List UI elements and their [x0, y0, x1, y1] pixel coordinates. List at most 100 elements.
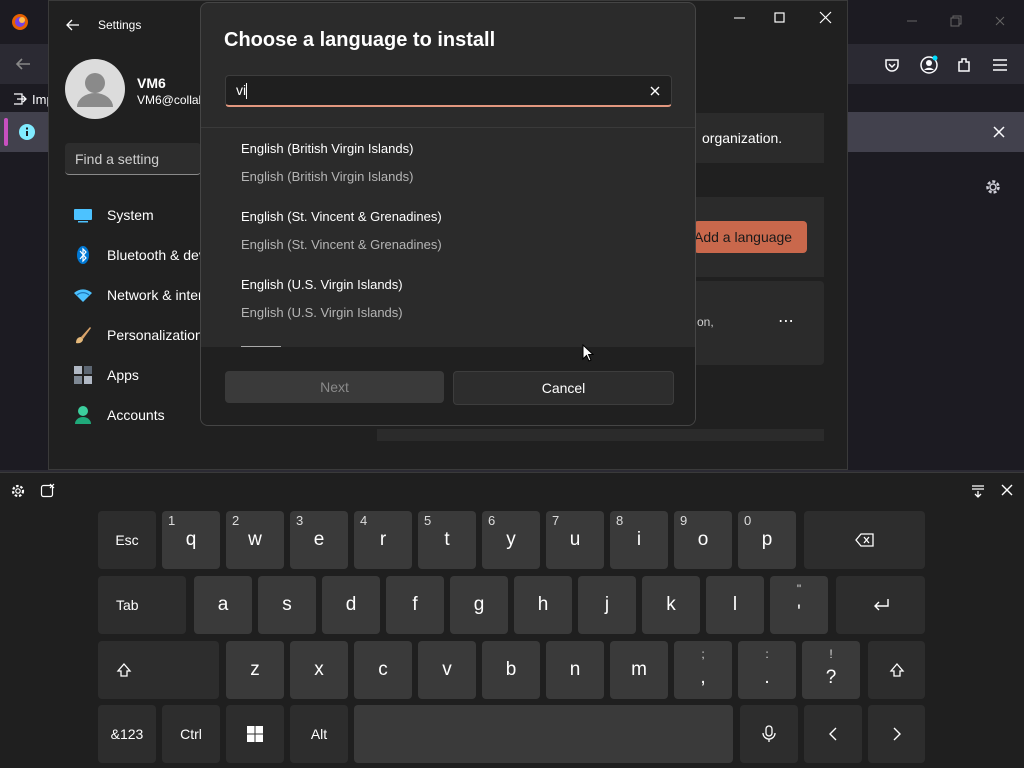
- key-tab[interactable]: Tab: [98, 576, 186, 634]
- chevron-left-icon: [804, 705, 862, 763]
- key-arrow-left[interactable]: [804, 705, 862, 763]
- clear-search-icon[interactable]: [646, 82, 664, 100]
- language-native-name: English (British Virgin Islands): [241, 169, 414, 184]
- settings-back-icon[interactable]: [65, 17, 81, 33]
- menu-hamburger-icon[interactable]: [991, 57, 1009, 73]
- key-v[interactable]: v: [418, 641, 476, 699]
- key-y[interactable]: 6y: [482, 511, 540, 569]
- account-icon[interactable]: [919, 55, 939, 75]
- key-windows[interactable]: [226, 705, 284, 763]
- key-j[interactable]: j: [578, 576, 636, 634]
- key-d[interactable]: d: [322, 576, 380, 634]
- key-z[interactable]: z: [226, 641, 284, 699]
- key-g[interactable]: g: [450, 576, 508, 634]
- key-enter[interactable]: [836, 576, 925, 634]
- language-search-input[interactable]: vi: [225, 75, 672, 107]
- key-ctrl[interactable]: Ctrl: [162, 705, 220, 763]
- language-name: English (British Virgin Islands): [241, 141, 414, 156]
- key-backspace[interactable]: [804, 511, 925, 569]
- settings-minimize-icon[interactable]: [733, 11, 747, 25]
- key-space[interactable]: [354, 705, 733, 763]
- browser-close-icon[interactable]: [993, 14, 1007, 28]
- key-r[interactable]: 4r: [354, 511, 412, 569]
- key-s[interactable]: s: [258, 576, 316, 634]
- mouse-cursor-icon: [582, 344, 594, 362]
- back-arrow-icon[interactable]: [14, 56, 32, 72]
- shift-icon: [868, 641, 925, 699]
- extensions-icon[interactable]: [955, 56, 973, 74]
- import-icon: [14, 93, 27, 105]
- key-b[interactable]: b: [482, 641, 540, 699]
- info-icon: [18, 123, 36, 141]
- key-comma[interactable]: ;,: [674, 641, 732, 699]
- touch-keyboard: Esc 1q 2w 3e 4r 5t 6y 7u 8i 9o 0p Tab a …: [0, 472, 1024, 768]
- key-o[interactable]: 9o: [674, 511, 732, 569]
- list-item[interactable]: English (British Virgin Islands) English…: [201, 128, 695, 196]
- find-setting-placeholder: Find a setting: [75, 151, 160, 167]
- key-l[interactable]: l: [706, 576, 764, 634]
- key-t[interactable]: 5t: [418, 511, 476, 569]
- key-n[interactable]: n: [546, 641, 604, 699]
- browser-minimize-icon[interactable]: [905, 14, 919, 28]
- cancel-button[interactable]: Cancel: [453, 371, 674, 405]
- system-icon: [73, 205, 93, 225]
- key-esc[interactable]: Esc: [98, 511, 156, 569]
- key-question[interactable]: !?: [802, 641, 860, 699]
- user-name: VM6: [137, 75, 166, 91]
- network-icon: [73, 285, 93, 305]
- key-e[interactable]: 3e: [290, 511, 348, 569]
- key-h[interactable]: h: [514, 576, 572, 634]
- search-value: vi: [236, 82, 247, 98]
- key-symbols[interactable]: &123: [98, 705, 156, 763]
- shift-icon: [98, 641, 219, 699]
- enter-icon: [836, 576, 925, 634]
- list-item[interactable]: English (U.S. Virgin Islands) English (U…: [201, 264, 695, 332]
- key-shift-right[interactable]: [868, 641, 925, 699]
- key-c[interactable]: c: [354, 641, 412, 699]
- notice-accent: [4, 118, 8, 146]
- key-voice[interactable]: [740, 705, 798, 763]
- key-p[interactable]: 0p: [738, 511, 796, 569]
- add-language-button[interactable]: Add a language: [694, 221, 807, 253]
- emoji-panel-icon[interactable]: [40, 483, 56, 499]
- more-options-icon[interactable]: ⋯: [778, 311, 794, 330]
- key-k[interactable]: k: [642, 576, 700, 634]
- avatar[interactable]: [65, 59, 125, 119]
- keyboard-close-icon[interactable]: [1000, 483, 1014, 497]
- key-a[interactable]: a: [194, 576, 252, 634]
- key-quote[interactable]: " ': [770, 576, 828, 634]
- preferred-languages-card: Add a language: [694, 197, 824, 277]
- dock-keyboard-icon[interactable]: [970, 483, 986, 499]
- firefox-logo-icon[interactable]: [10, 12, 30, 32]
- pocket-icon[interactable]: [883, 56, 901, 74]
- key-alt[interactable]: Alt: [290, 705, 348, 763]
- key-f[interactable]: f: [386, 576, 444, 634]
- language-list[interactable]: English (British Virgin Islands) English…: [201, 127, 695, 347]
- nav-label: Accounts: [107, 407, 165, 423]
- key-m[interactable]: m: [610, 641, 668, 699]
- list-item[interactable]: English (St. Vincent & Grenadines) Engli…: [201, 196, 695, 264]
- settings-close-icon[interactable]: [819, 11, 833, 25]
- settings-maximize-icon[interactable]: [773, 11, 787, 25]
- key-i[interactable]: 8i: [610, 511, 668, 569]
- dialog-title: Choose a language to install: [224, 29, 496, 51]
- next-button[interactable]: Next: [225, 371, 444, 403]
- language-name: English (St. Vincent & Grenadines): [241, 209, 442, 224]
- key-x[interactable]: x: [290, 641, 348, 699]
- key-u[interactable]: 7u: [546, 511, 604, 569]
- nav-label: System: [107, 207, 154, 223]
- browser-gear-icon[interactable]: [984, 178, 1002, 196]
- notice-close-icon[interactable]: [992, 125, 1006, 139]
- key-shift-left[interactable]: [98, 641, 219, 699]
- language-native-name: English (U.S. Virgin Islands): [241, 305, 403, 320]
- browser-restore-icon[interactable]: [949, 14, 963, 28]
- key-period[interactable]: :.: [738, 641, 796, 699]
- key-q[interactable]: 1q: [162, 511, 220, 569]
- microphone-icon: [740, 705, 798, 763]
- key-arrow-right[interactable]: [868, 705, 925, 763]
- find-setting-input[interactable]: Find a setting: [65, 143, 201, 175]
- keyboard-settings-icon[interactable]: [10, 483, 26, 499]
- settings-title: Settings: [98, 18, 142, 32]
- key-w[interactable]: 2w: [226, 511, 284, 569]
- dialog-footer: Next Cancel: [201, 347, 695, 425]
